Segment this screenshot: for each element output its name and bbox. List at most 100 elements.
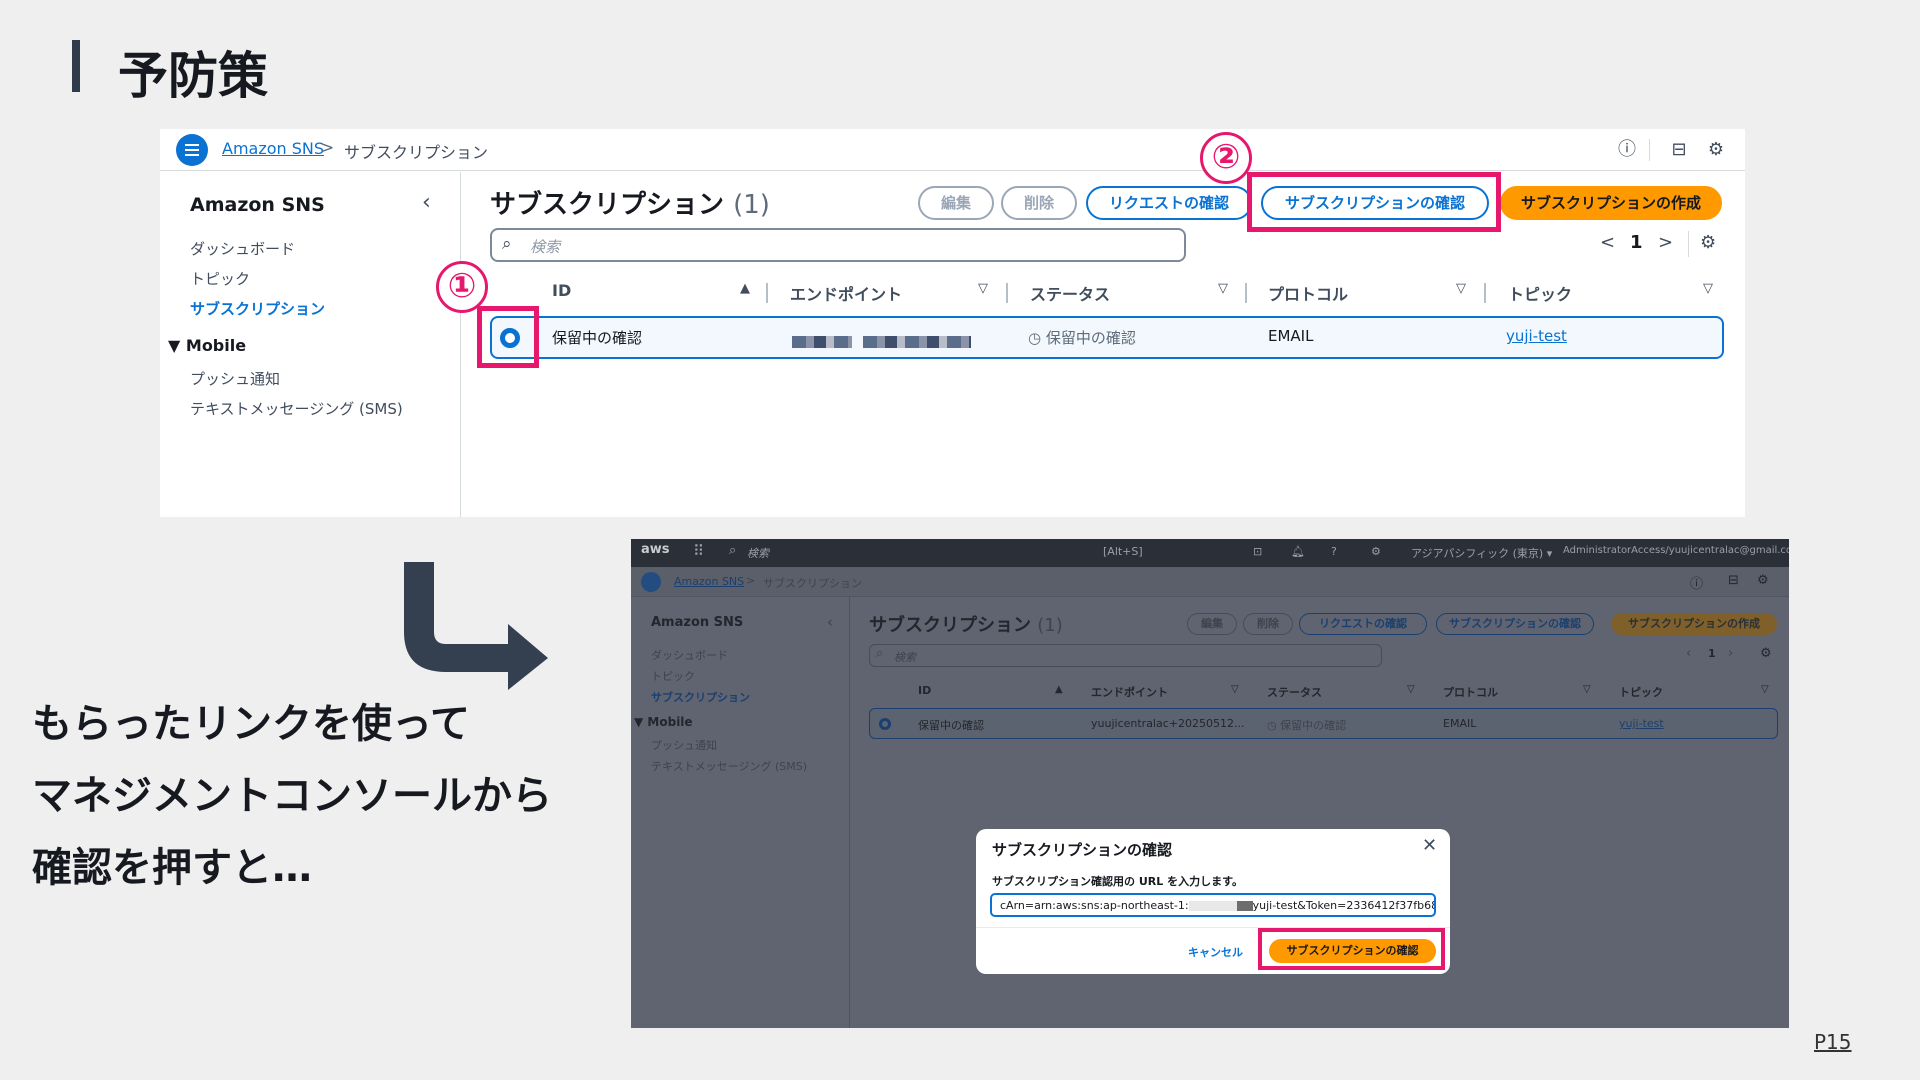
edit-button[interactable]: 編集: [1187, 613, 1237, 635]
cell-status-text: 保留中の確認: [1045, 329, 1136, 347]
notification-panel-icon[interactable]: ⊟: [1668, 139, 1690, 161]
column-header-status[interactable]: ステータス: [1267, 684, 1322, 700]
caret-down-icon: ▼: [168, 336, 181, 355]
breadcrumb-bar: Amazon SNS > サブスクリプション ⓘ ⊟ ⚙: [160, 129, 1745, 171]
create-subscription-button[interactable]: サブスクリプションの作成: [1500, 186, 1722, 220]
sidebar-group-label: Mobile: [185, 336, 247, 355]
cloudshell-icon[interactable]: ⊡: [1253, 545, 1262, 558]
caret-down-icon: ▼: [634, 715, 644, 729]
sort-descending-icon[interactable]: ▽: [1761, 684, 1769, 695]
info-icon[interactable]: ⓘ: [1690, 573, 1703, 592]
sidebar-item-subscriptions[interactable]: サブスクリプション: [190, 298, 325, 319]
edit-button[interactable]: 編集: [918, 186, 994, 220]
account-menu[interactable]: AdministratorAccess/yuujicentralac@gmail…: [1563, 545, 1789, 556]
chevron-left-icon[interactable]: ‹: [422, 190, 431, 215]
column-divider: [1245, 283, 1247, 303]
sidebar-item-topics[interactable]: トピック: [651, 668, 695, 684]
caption: もらったリンクを使って マネジメントコンソールから 確認を押すと…: [32, 688, 552, 904]
redacted-account-id: [1188, 901, 1237, 911]
confirm-subscription-button[interactable]: サブスクリプションの確認: [1436, 613, 1594, 635]
create-subscription-button[interactable]: サブスクリプションの作成: [1611, 613, 1777, 635]
column-header-endpoint[interactable]: エンドポイント: [1091, 684, 1168, 700]
column-header-protocol[interactable]: プロトコル: [1443, 684, 1498, 700]
sidebar-title: Amazon SNS: [190, 194, 325, 216]
sort-descending-icon[interactable]: ▽: [1583, 684, 1591, 695]
page-title: サブスクリプション (1): [490, 184, 770, 221]
sidebar-item-topics[interactable]: トピック: [190, 268, 250, 289]
clock-icon: ◷: [1028, 329, 1042, 347]
delete-button[interactable]: 削除: [1001, 186, 1077, 220]
chevron-left-icon[interactable]: ‹: [827, 613, 833, 631]
sort-ascending-icon[interactable]: ▲: [740, 281, 750, 296]
settings-icon[interactable]: ⚙: [1700, 232, 1716, 253]
sidebar-item-dashboard[interactable]: ダッシュボード: [651, 647, 728, 663]
sidebar-item-sms[interactable]: テキストメッセージング (SMS): [190, 398, 403, 419]
notification-panel-icon[interactable]: ⊟: [1728, 573, 1739, 588]
highlight-box-step2: [1247, 172, 1501, 232]
search-input[interactable]: ⌕ 検索: [490, 228, 1186, 262]
current-page[interactable]: 1: [1630, 232, 1643, 253]
cancel-button[interactable]: キャンセル: [1188, 944, 1243, 960]
sort-descending-icon[interactable]: ▽: [1703, 281, 1713, 296]
search-placeholder: 検索: [530, 238, 561, 256]
sort-descending-icon[interactable]: ▽: [1407, 684, 1415, 695]
sidebar-group-mobile[interactable]: ▼ Mobile: [168, 336, 246, 355]
breadcrumb-service-link[interactable]: Amazon SNS: [674, 575, 744, 588]
request-confirm-button[interactable]: リクエストの確認: [1086, 186, 1252, 220]
column-header-status[interactable]: ステータス: [1030, 281, 1110, 305]
column-header-topic[interactable]: トピック: [1508, 281, 1572, 305]
info-icon[interactable]: ⓘ: [1616, 139, 1638, 161]
item-count: (1): [733, 190, 770, 220]
delete-button[interactable]: 削除: [1243, 613, 1293, 635]
sort-descending-icon[interactable]: ▽: [978, 281, 988, 296]
settings-icon[interactable]: ⚙: [1760, 646, 1772, 661]
divider: [1649, 139, 1650, 161]
sidebar-group-mobile[interactable]: ▼ Mobile: [634, 715, 693, 729]
next-page-button[interactable]: >: [1658, 232, 1673, 253]
column-header-topic[interactable]: トピック: [1619, 684, 1663, 700]
cell-topic-link[interactable]: yuji-test: [1506, 327, 1567, 345]
sidebar-item-push[interactable]: プッシュ通知: [190, 368, 280, 389]
prev-page-button[interactable]: ‹: [1686, 646, 1691, 661]
sidebar-group-label: Mobile: [647, 715, 693, 729]
sort-ascending-icon[interactable]: ▲: [1055, 684, 1063, 695]
help-icon[interactable]: ?: [1331, 545, 1337, 558]
confirmation-url-input[interactable]: cArn=arn:aws:sns:ap-northeast-1: yuji-tes…: [990, 893, 1436, 917]
column-header-id[interactable]: ID: [552, 281, 571, 300]
cell-topic-link[interactable]: yuji-test: [1619, 717, 1664, 730]
column-divider: [1006, 283, 1008, 303]
column-header-protocol[interactable]: プロトコル: [1268, 281, 1348, 305]
step-badge-2: ②: [1200, 132, 1252, 184]
sort-descending-icon[interactable]: ▽: [1218, 281, 1228, 296]
close-icon[interactable]: ✕: [1422, 835, 1437, 856]
column-divider: [1484, 283, 1486, 303]
sidebar-item-push[interactable]: プッシュ通知: [651, 737, 717, 753]
sort-descending-icon[interactable]: ▽: [1231, 684, 1239, 695]
menu-icon[interactable]: [641, 572, 661, 592]
breadcrumb-service-link[interactable]: Amazon SNS: [222, 139, 324, 158]
prev-page-button[interactable]: <: [1600, 232, 1615, 253]
sidebar-item-sms[interactable]: テキストメッセージング (SMS): [651, 758, 807, 774]
page-title: サブスクリプション (1): [869, 611, 1063, 637]
request-confirm-button[interactable]: リクエストの確認: [1299, 613, 1427, 635]
menu-icon[interactable]: [176, 134, 208, 166]
breadcrumb-bar: Amazon SNS > サブスクリプション ⓘ ⊟ ⚙: [631, 567, 1789, 597]
bell-icon[interactable]: 🔔︎: [1291, 545, 1305, 558]
sort-descending-icon[interactable]: ▽: [1456, 281, 1466, 296]
sidebar-item-dashboard[interactable]: ダッシュボード: [190, 238, 295, 259]
gear-icon[interactable]: ⚙: [1371, 545, 1381, 558]
settings-icon[interactable]: ⚙: [1757, 573, 1769, 588]
row-select-radio[interactable]: [879, 718, 891, 730]
aws-search-placeholder[interactable]: 検索: [747, 545, 769, 561]
cell-protocol: EMAIL: [1268, 327, 1314, 345]
current-page[interactable]: 1: [1708, 647, 1716, 660]
next-page-button[interactable]: ›: [1728, 646, 1733, 661]
sidebar-item-subscriptions[interactable]: サブスクリプション: [651, 689, 750, 705]
region-selector[interactable]: アジアパシフィック (東京) ▾: [1411, 545, 1552, 561]
aws-logo[interactable]: aws: [641, 542, 670, 557]
settings-icon[interactable]: ⚙: [1705, 139, 1727, 161]
search-input[interactable]: ⌕ 検索: [869, 644, 1382, 667]
column-header-endpoint[interactable]: エンドポイント: [790, 281, 902, 305]
column-header-id[interactable]: ID: [918, 684, 931, 697]
apps-grid-icon[interactable]: ⠿: [693, 542, 704, 560]
